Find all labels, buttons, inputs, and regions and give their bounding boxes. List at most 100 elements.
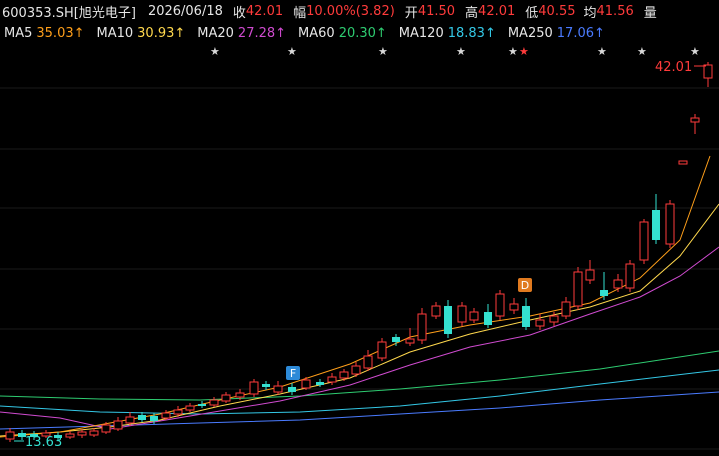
candle[interactable]: [585, 260, 595, 284]
star-icon[interactable]: ★: [287, 45, 297, 58]
candle-body: [138, 415, 146, 420]
f-marker-text: F: [290, 367, 296, 380]
ma5-label: MA5: [4, 25, 33, 41]
candle-body: [198, 404, 206, 406]
change-value: 10.00%(3.82): [306, 3, 395, 19]
candle[interactable]: [613, 274, 623, 292]
low-price-label: 13.63: [25, 435, 62, 450]
star-icon[interactable]: ★: [210, 45, 220, 58]
ma5-legend[interactable]: MA5 35.03↑: [4, 26, 85, 41]
candle[interactable]: [639, 219, 649, 264]
ma60-line: [0, 350, 719, 401]
candle[interactable]: [221, 392, 231, 403]
candle[interactable]: [288, 383, 296, 395]
candle[interactable]: [469, 308, 479, 323]
candle[interactable]: [665, 200, 675, 248]
ma60-value: 20.30↑: [338, 25, 387, 41]
candle[interactable]: [561, 297, 571, 319]
candle[interactable]: [690, 114, 700, 134]
low-value: 40.55: [538, 3, 576, 19]
candle-body: [235, 392, 245, 398]
ma250-label: MA250: [507, 25, 553, 41]
high-label: 高: [465, 5, 479, 21]
candle[interactable]: [678, 160, 688, 165]
candle-body: [262, 384, 270, 387]
candle[interactable]: [113, 417, 123, 431]
low-label: 低: [525, 5, 539, 21]
candle[interactable]: [417, 308, 427, 344]
candle-body: [678, 160, 688, 165]
candle-body: [613, 279, 623, 289]
candle-body: [113, 420, 123, 430]
candlestick-chart[interactable]: ★ ★ ★ ★ ★ ★ ★ ★ ★ F D 42.01 13.63: [0, 44, 719, 456]
candle[interactable]: [625, 260, 635, 292]
candle[interactable]: [5, 428, 15, 442]
ma20-legend[interactable]: MA20 27.28↑: [197, 26, 286, 41]
low-price-annotation: 13.63: [14, 435, 62, 450]
d-marker[interactable]: D: [518, 278, 532, 292]
candle[interactable]: [535, 314, 545, 330]
star-icon[interactable]: ★: [456, 45, 466, 58]
candle[interactable]: [198, 401, 206, 408]
candle-body: [549, 315, 559, 323]
candle[interactable]: [273, 381, 283, 395]
star-icon[interactable]: ★: [597, 45, 607, 58]
candle[interactable]: [351, 362, 361, 377]
ma250-legend[interactable]: MA250 17.06↑: [508, 26, 605, 41]
ma60-label: MA60: [298, 25, 335, 41]
candle-body: [273, 385, 283, 393]
ma5-value: 35.03↑: [36, 25, 85, 41]
candle[interactable]: [495, 290, 505, 320]
candle-body: [585, 269, 595, 281]
candle-body: [249, 381, 259, 395]
f-marker[interactable]: F: [286, 366, 300, 380]
star-icon[interactable]: ★: [508, 45, 518, 58]
quote-date: 2026/06/18: [147, 3, 223, 19]
candle-body: [417, 313, 427, 341]
stock-symbol[interactable]: 600353.SH[旭光电子]: [2, 2, 136, 21]
close-value: 42.01: [245, 3, 284, 19]
change-label: 幅: [293, 5, 307, 21]
candle-body: [484, 312, 492, 325]
ma10-label: MA10: [96, 25, 134, 41]
candle-body: [509, 303, 519, 311]
ma20-line: [0, 246, 719, 430]
candle[interactable]: [138, 412, 146, 422]
candle[interactable]: [405, 328, 415, 346]
high-price-annotation: 42.01: [655, 60, 706, 75]
candle-body: [77, 431, 87, 436]
star-icon[interactable]: ★: [690, 45, 700, 58]
candle[interactable]: [249, 379, 259, 397]
candle[interactable]: [652, 194, 660, 244]
candles[interactable]: [5, 62, 713, 442]
volume-label[interactable]: 量: [644, 2, 657, 21]
candle[interactable]: [457, 302, 467, 326]
star-icon[interactable]: ★: [519, 45, 529, 58]
candle-body: [652, 210, 660, 240]
candle-body: [316, 382, 324, 385]
candle[interactable]: [377, 338, 387, 361]
star-icon[interactable]: ★: [378, 45, 388, 58]
ma20-label: MA20: [197, 25, 234, 41]
ma10-legend[interactable]: MA10 30.93↑: [97, 26, 186, 41]
candle[interactable]: [573, 267, 583, 310]
candle-body: [89, 430, 99, 436]
candle[interactable]: [444, 300, 452, 338]
event-stars: ★ ★ ★ ★ ★ ★ ★ ★ ★: [210, 45, 700, 58]
candle[interactable]: [484, 304, 492, 328]
candle-body: [392, 337, 400, 342]
star-icon[interactable]: ★: [637, 45, 647, 58]
candle[interactable]: [65, 431, 75, 439]
candle[interactable]: [600, 272, 608, 300]
ma120-legend[interactable]: MA120 18.83↑: [399, 26, 496, 41]
candle[interactable]: [185, 403, 195, 412]
candle[interactable]: [509, 298, 519, 314]
candle[interactable]: [522, 298, 530, 330]
ma60-legend[interactable]: MA60 20.30↑: [298, 26, 387, 41]
candle[interactable]: [209, 397, 219, 407]
candle[interactable]: [363, 350, 373, 371]
candle[interactable]: [431, 302, 441, 319]
candle-body: [665, 203, 675, 245]
ma120-value: 18.83↑: [447, 25, 496, 41]
candle-body: [339, 371, 349, 379]
